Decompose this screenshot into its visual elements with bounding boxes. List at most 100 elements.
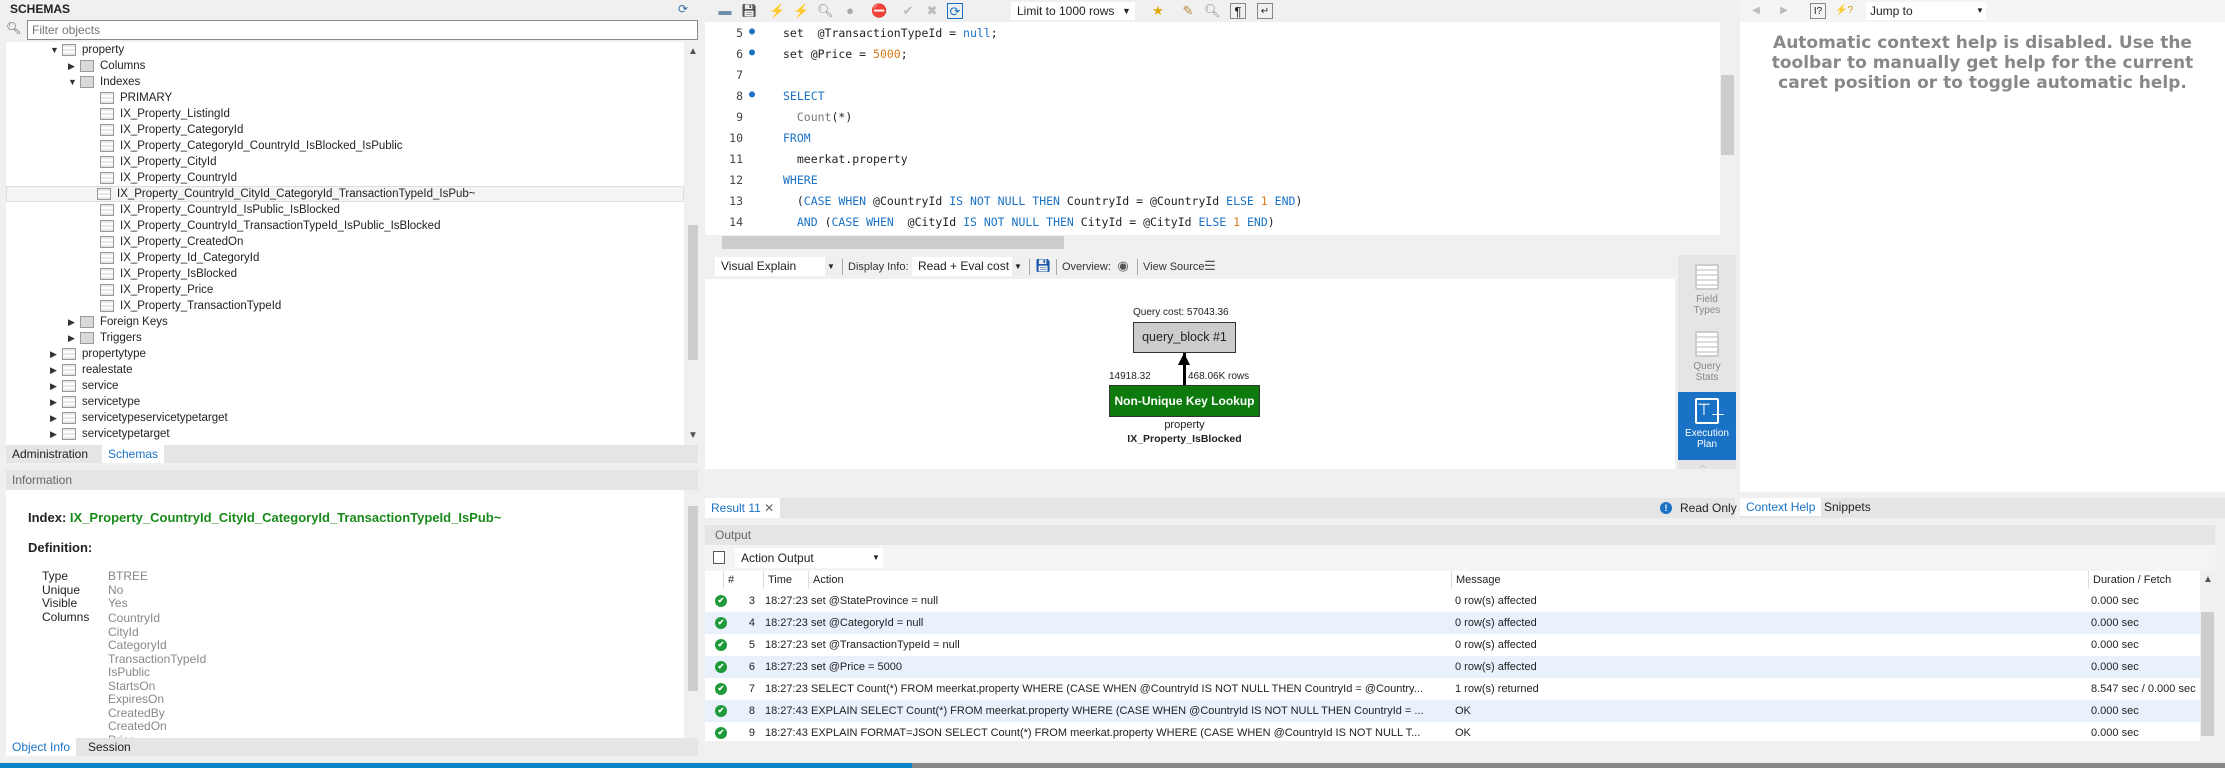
scroll-up-icon[interactable]: ▲ (688, 46, 698, 57)
expand-right-icon[interactable]: ▶ (50, 362, 62, 378)
tree-item[interactable]: IX_Property_CountryId_IsPublic_IsBlocked (88, 202, 340, 218)
code-line[interactable]: AND (CASE WHEN @CityId IS NOT NULL THEN … (783, 215, 1275, 229)
close-icon[interactable]: ✕ (764, 501, 774, 515)
tree-item[interactable]: ▶ propertytype (50, 346, 146, 362)
execute-current-icon[interactable]: ⚡ (793, 3, 809, 19)
manual-help-icon[interactable]: I? (1810, 3, 1826, 19)
editor-vscrollbar-thumb[interactable] (1721, 75, 1734, 155)
tab-session[interactable]: Session (82, 738, 137, 756)
auto-help-icon[interactable]: ⚡? (1835, 3, 1853, 19)
open-folder-icon[interactable]: ▬ (717, 3, 733, 19)
access-type-node[interactable]: Non-Unique Key Lookup (1109, 385, 1260, 417)
chevron-down-icon[interactable]: ▼ (1122, 2, 1131, 20)
tree-item[interactable]: IX_Property_CityId (88, 154, 217, 170)
save-plan-icon[interactable]: 💾︎ (1035, 258, 1052, 274)
display-info-select[interactable]: Read + Eval cost (912, 257, 1012, 276)
chevron-down-icon[interactable]: ▼ (825, 257, 837, 276)
code-line[interactable]: set @TransactionTypeId = null; (783, 26, 998, 40)
expand-right-icon[interactable]: ▶ (50, 346, 62, 362)
editor-hscrollbar-thumb[interactable] (722, 236, 1064, 249)
output-row[interactable]: ✔ 4 18:27:23 set @CategoryId = null 0 row(s)… (705, 612, 2200, 634)
explain-icon[interactable]: 🔍︎ (817, 3, 834, 19)
copy-icon[interactable] (713, 551, 725, 564)
tree-item[interactable]: ▼ Indexes (68, 74, 140, 90)
chevron-down-icon[interactable]: ▼ (1012, 257, 1024, 276)
field-types-button[interactable]: Field Types (1678, 260, 1736, 320)
tree-item[interactable]: IX_Property_CreatedOn (88, 234, 243, 250)
expand-down-icon[interactable]: ▼ (68, 74, 80, 90)
tree-item[interactable]: IX_Property_CategoryId_CountryId_IsBlock… (88, 138, 403, 154)
invisible-chars-icon[interactable]: ¶ (1230, 3, 1246, 19)
execution-plan-button[interactable]: ⊤⊥ Execution Plan (1678, 392, 1736, 460)
output-row[interactable]: ✔ 7 18:27:23 SELECT Count(*) FROM meerkat.p… (705, 678, 2200, 700)
tree-item[interactable]: ▶ Triggers (68, 330, 142, 346)
code-line[interactable]: (CASE WHEN @CountryId IS NOT NULL THEN C… (783, 194, 1303, 208)
tree-item[interactable]: IX_Property_Id_CategoryId (88, 250, 259, 266)
col-header-duration[interactable]: Duration / Fetch (2088, 571, 2200, 589)
tree-item[interactable]: IX_Property_IsBlocked (88, 266, 237, 282)
view-mode-select[interactable]: Visual Explain (715, 257, 825, 276)
refresh-icon[interactable]: ⟳ (678, 2, 688, 16)
col-header-time[interactable]: Time (763, 571, 808, 589)
info-scrollbar-thumb[interactable] (688, 506, 698, 691)
tree-item[interactable]: IX_Property_ListingId (88, 106, 230, 122)
overview-eye-icon[interactable]: ◉ (1115, 258, 1131, 274)
code-line[interactable]: FROM (783, 131, 811, 145)
query-block-node[interactable]: query_block #1 (1133, 322, 1236, 353)
tree-item[interactable]: ▶ realestate (50, 362, 133, 378)
tab-administration[interactable]: Administration (6, 445, 94, 463)
tab-object-info[interactable]: Object Info (6, 738, 77, 756)
back-icon[interactable]: ◀ (1748, 3, 1764, 19)
output-mode-select[interactable]: Action Output (735, 548, 883, 568)
tab-result-11[interactable]: Result 11 ✕ (705, 498, 781, 518)
tree-item[interactable]: ▶ servicetype (50, 394, 140, 410)
tab-context-help[interactable]: Context Help (1740, 498, 1822, 516)
output-row[interactable]: ✔ 5 18:27:23 set @TransactionTypeId = null 0… (705, 634, 2200, 656)
find-icon[interactable]: 🔍︎ (1204, 3, 1221, 19)
expand-right-icon[interactable]: ▶ (50, 410, 62, 426)
side-panel-scroll-icon[interactable]: ⌃ (1697, 462, 1709, 479)
tree-item[interactable]: ▶ Columns (68, 58, 145, 74)
commit-icon[interactable]: ✔ (900, 3, 916, 19)
scroll-down-icon[interactable]: ▼ (688, 430, 698, 441)
tab-snippets[interactable]: Snippets (1818, 498, 1877, 516)
view-source-icon[interactable]: ☰ (1202, 258, 1218, 274)
col-header-number[interactable]: # (723, 571, 763, 589)
tree-item[interactable]: IX_Property_CountryId_TransactionTypeId_… (88, 218, 440, 234)
output-row[interactable]: ✔ 8 18:27:43 EXPLAIN SELECT Count(*) FROM m… (705, 700, 2200, 722)
tree-item[interactable]: ▼ property (50, 42, 124, 58)
word-wrap-icon[interactable]: ↵ (1257, 3, 1273, 19)
execute-icon[interactable]: ⚡ (769, 3, 785, 19)
tree-item[interactable]: ▶ servicetypetarget (50, 426, 170, 442)
expand-right-icon[interactable]: ▶ (50, 426, 62, 442)
code-line[interactable]: SELECT (783, 89, 825, 103)
col-header-message[interactable]: Message (1451, 571, 2089, 589)
forward-icon[interactable]: ▶ (1776, 3, 1792, 19)
col-header-action[interactable]: Action (808, 571, 1555, 589)
tree-item[interactable]: IX_Property_CategoryId (88, 122, 243, 138)
expand-right-icon[interactable]: ▶ (68, 314, 80, 330)
tree-item[interactable]: ▶ servicetypeservicetypetarget (50, 410, 228, 426)
tree-item[interactable]: IX_Property_TransactionTypeId (88, 298, 281, 314)
filter-objects-input[interactable] (27, 20, 698, 40)
query-stats-button[interactable]: Query Stats (1678, 327, 1736, 387)
tree-item[interactable]: IX_Property_CountryId_CityId_CategoryId_… (6, 186, 684, 202)
tree-item[interactable]: ▶ Foreign Keys (68, 314, 168, 330)
jump-to-select[interactable]: Jump to (1866, 2, 1986, 20)
autocommit-icon[interactable]: ⟳ (947, 3, 963, 19)
rollback-icon[interactable]: ✖ (924, 3, 940, 19)
expand-right-icon[interactable]: ▶ (68, 330, 80, 346)
expand-right-icon[interactable]: ▶ (50, 378, 62, 394)
save-icon[interactable]: 💾︎ (741, 3, 758, 19)
tree-scrollbar-thumb[interactable] (688, 225, 698, 360)
chevron-down-icon[interactable]: ▼ (1976, 2, 1984, 20)
output-row[interactable]: ✔ 6 18:27:23 set @Price = 5000 0 row(s) affe… (705, 656, 2200, 678)
scroll-up-icon[interactable]: ▲ (2203, 574, 2213, 585)
tree-item[interactable]: IX_Property_CountryId (88, 170, 237, 186)
chevron-down-icon[interactable]: ▼ (872, 548, 880, 568)
tree-item[interactable]: ▶ service (50, 378, 118, 394)
code-line[interactable]: meerkat.property (783, 152, 908, 166)
expand-right-icon[interactable]: ▶ (50, 394, 62, 410)
add-snippet-icon[interactable]: ★ (1150, 3, 1166, 19)
tree-item[interactable]: IX_Property_Price (88, 282, 213, 298)
